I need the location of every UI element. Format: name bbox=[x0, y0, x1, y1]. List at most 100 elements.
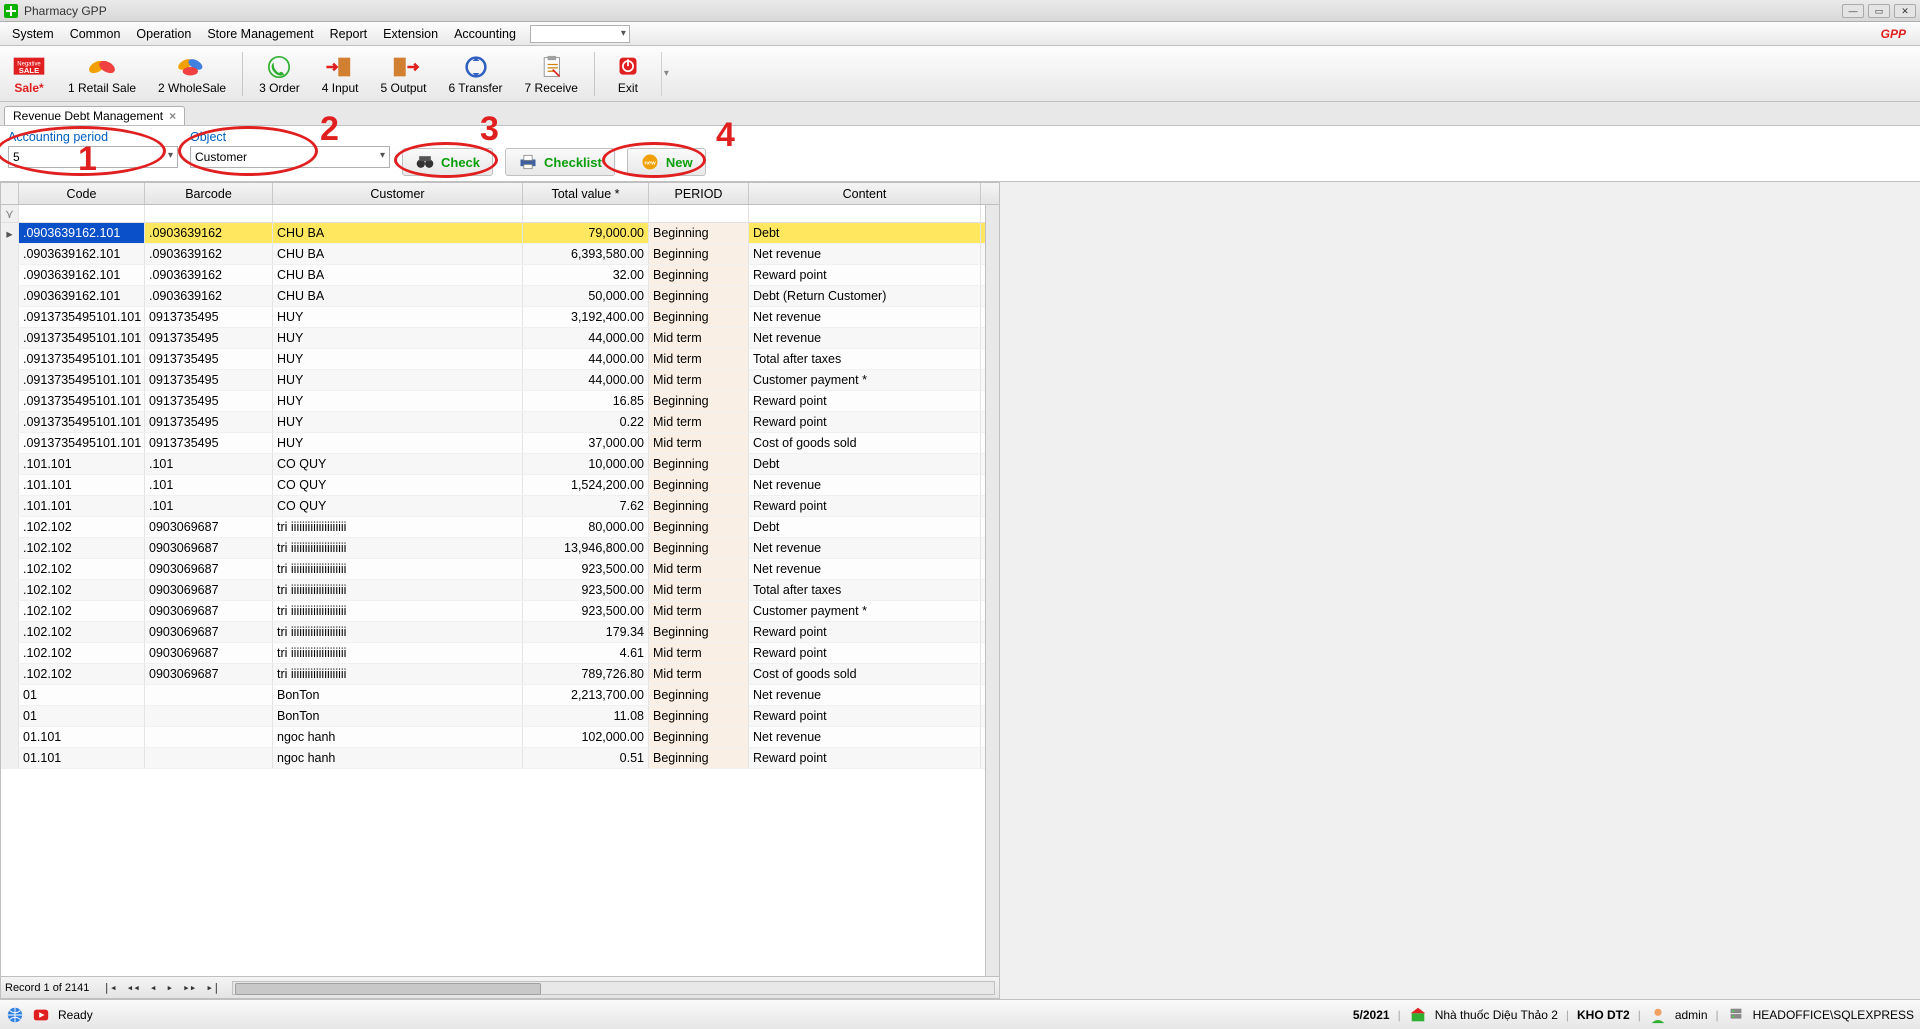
table-row[interactable]: .102.1020903069687tri iiiiiiiiiiiiiiiiii… bbox=[1, 664, 999, 685]
cell-content: Net revenue bbox=[749, 538, 981, 558]
table-row[interactable]: .0903639162.101.0903639162CHU BA50,000.0… bbox=[1, 286, 999, 307]
table-row[interactable]: .0913735495101.1010913735495HUY16.85Begi… bbox=[1, 391, 999, 412]
object-input[interactable] bbox=[190, 146, 390, 168]
table-row[interactable]: .102.1020903069687tri iiiiiiiiiiiiiiiiii… bbox=[1, 559, 999, 580]
col-period[interactable]: PERIOD bbox=[649, 183, 749, 204]
table-row[interactable]: 01BonTon2,213,700.00BeginningNet revenue bbox=[1, 685, 999, 706]
table-row[interactable]: 01BonTon11.08BeginningReward point bbox=[1, 706, 999, 727]
cell-code: .102.102 bbox=[19, 664, 145, 684]
cell-content: Debt (Return Customer) bbox=[749, 286, 981, 306]
store-icon bbox=[1409, 1006, 1427, 1024]
cell-total: 179.34 bbox=[523, 622, 649, 642]
table-row[interactable]: .0903639162.101.0903639162CHU BA32.00Beg… bbox=[1, 265, 999, 286]
menu-store-management[interactable]: Store Management bbox=[199, 25, 321, 43]
table-row[interactable]: .102.1020903069687tri iiiiiiiiiiiiiiiiii… bbox=[1, 622, 999, 643]
table-row[interactable]: .0913735495101.1010913735495HUY44,000.00… bbox=[1, 370, 999, 391]
close-button[interactable]: ✕ bbox=[1894, 4, 1916, 18]
row-indicator bbox=[1, 265, 19, 285]
checklist-button[interactable]: Checklist bbox=[505, 148, 615, 176]
nav-next[interactable]: ▸ bbox=[163, 981, 178, 994]
transfer-button[interactable]: 6 Transfer bbox=[443, 51, 509, 97]
table-row[interactable]: .0913735495101.1010913735495HUY44,000.00… bbox=[1, 328, 999, 349]
nav-first[interactable]: |◂ bbox=[99, 981, 120, 994]
table-row[interactable]: .102.1020903069687tri iiiiiiiiiiiiiiiiii… bbox=[1, 517, 999, 538]
retail-sale-button[interactable]: 1 Retail Sale bbox=[62, 51, 142, 97]
menu-combo[interactable] bbox=[530, 25, 630, 43]
sale-button[interactable]: NegativeSALE Sale* bbox=[6, 51, 52, 97]
input-button[interactable]: 4 Input bbox=[316, 51, 365, 97]
cell-barcode bbox=[145, 748, 273, 768]
cell-code: .101.101 bbox=[19, 496, 145, 516]
menu-report[interactable]: Report bbox=[322, 25, 376, 43]
accounting-period-input[interactable] bbox=[8, 146, 178, 168]
table-row[interactable]: .102.1020903069687tri iiiiiiiiiiiiiiiiii… bbox=[1, 580, 999, 601]
row-indicator bbox=[1, 559, 19, 579]
cell-period: Beginning bbox=[649, 265, 749, 285]
check-button[interactable]: Check bbox=[402, 148, 493, 176]
nav-last[interactable]: ▸| bbox=[202, 981, 223, 994]
menu-extension[interactable]: Extension bbox=[375, 25, 446, 43]
minimize-button[interactable]: — bbox=[1842, 4, 1864, 18]
globe-icon[interactable] bbox=[6, 1006, 24, 1024]
row-indicator bbox=[1, 517, 19, 537]
menu-operation[interactable]: Operation bbox=[128, 25, 199, 43]
col-total[interactable]: Total value * bbox=[523, 183, 649, 204]
status-warehouse[interactable]: KHO DT2 bbox=[1577, 1008, 1630, 1022]
menu-accounting[interactable]: Accounting bbox=[446, 25, 524, 43]
row-indicator bbox=[1, 475, 19, 495]
grid-rows[interactable]: ▸.0903639162.101.0903639162CHU BA79,000.… bbox=[1, 223, 999, 976]
exit-button[interactable]: Exit bbox=[605, 51, 651, 97]
cell-code: 01.101 bbox=[19, 748, 145, 768]
cell-code: 01.101 bbox=[19, 727, 145, 747]
vertical-scrollbar[interactable] bbox=[985, 205, 999, 976]
table-row[interactable]: 01.101ngoc hanh102,000.00BeginningNet re… bbox=[1, 727, 999, 748]
table-row[interactable]: .102.1020903069687tri iiiiiiiiiiiiiiiiii… bbox=[1, 538, 999, 559]
output-button[interactable]: 5 Output bbox=[374, 51, 432, 97]
table-row[interactable]: .102.1020903069687tri iiiiiiiiiiiiiiiiii… bbox=[1, 601, 999, 622]
col-customer[interactable]: Customer bbox=[273, 183, 523, 204]
table-row[interactable]: .0913735495101.1010913735495HUY44,000.00… bbox=[1, 349, 999, 370]
table-row[interactable]: .0913735495101.1010913735495HUY3,192,400… bbox=[1, 307, 999, 328]
table-row[interactable]: .0913735495101.1010913735495HUY37,000.00… bbox=[1, 433, 999, 454]
table-row[interactable]: ▸.0903639162.101.0903639162CHU BA79,000.… bbox=[1, 223, 999, 244]
col-barcode[interactable]: Barcode bbox=[145, 183, 273, 204]
receive-button[interactable]: 7 Receive bbox=[519, 51, 584, 97]
cell-period: Beginning bbox=[649, 538, 749, 558]
table-row[interactable]: 01.101ngoc hanh0.51BeginningReward point bbox=[1, 748, 999, 769]
grid-filter-row[interactable]: ⋎ bbox=[1, 205, 999, 223]
horizontal-scrollbar[interactable] bbox=[232, 981, 995, 995]
cell-content: Reward point bbox=[749, 643, 981, 663]
cell-barcode: 0913735495 bbox=[145, 349, 273, 369]
cell-code: .101.101 bbox=[19, 454, 145, 474]
new-button[interactable]: new New bbox=[627, 148, 706, 176]
youtube-icon[interactable] bbox=[32, 1006, 50, 1024]
nav-prev-page[interactable]: ◂◂ bbox=[123, 981, 144, 994]
cell-customer: tri iiiiiiiiiiiiiiiiiiii bbox=[273, 622, 523, 642]
window-title: Pharmacy GPP bbox=[24, 4, 107, 18]
maximize-button[interactable]: ▭ bbox=[1868, 4, 1890, 18]
table-row[interactable]: .102.1020903069687tri iiiiiiiiiiiiiiiiii… bbox=[1, 643, 999, 664]
tab-close-icon[interactable]: × bbox=[169, 109, 176, 123]
cell-total: 13,946,800.00 bbox=[523, 538, 649, 558]
clipboard-icon bbox=[534, 53, 568, 81]
col-code[interactable]: Code bbox=[19, 183, 145, 204]
cell-period: Mid term bbox=[649, 580, 749, 600]
menu-system[interactable]: System bbox=[4, 25, 62, 43]
tab-revenue-debt[interactable]: Revenue Debt Management × bbox=[4, 106, 185, 125]
col-content[interactable]: Content bbox=[749, 183, 981, 204]
toolbar-overflow[interactable]: ▾ bbox=[661, 52, 671, 96]
table-row[interactable]: .0903639162.101.0903639162CHU BA6,393,58… bbox=[1, 244, 999, 265]
nav-next-page[interactable]: ▸▸ bbox=[179, 981, 200, 994]
table-row[interactable]: .101.101.101CO QUY10,000.00BeginningDebt bbox=[1, 454, 999, 475]
nav-prev[interactable]: ◂ bbox=[146, 981, 161, 994]
table-row[interactable]: .0913735495101.1010913735495HUY0.22Mid t… bbox=[1, 412, 999, 433]
wholesale-button[interactable]: 2 WholeSale bbox=[152, 51, 232, 97]
table-row[interactable]: .101.101.101CO QUY7.62BeginningReward po… bbox=[1, 496, 999, 517]
menu-common[interactable]: Common bbox=[62, 25, 129, 43]
order-button[interactable]: 3 Order bbox=[253, 51, 306, 97]
cell-period: Beginning bbox=[649, 622, 749, 642]
phone-icon bbox=[262, 53, 296, 81]
table-row[interactable]: .101.101.101CO QUY1,524,200.00BeginningN… bbox=[1, 475, 999, 496]
cell-content: Reward point bbox=[749, 265, 981, 285]
cell-total: 50,000.00 bbox=[523, 286, 649, 306]
